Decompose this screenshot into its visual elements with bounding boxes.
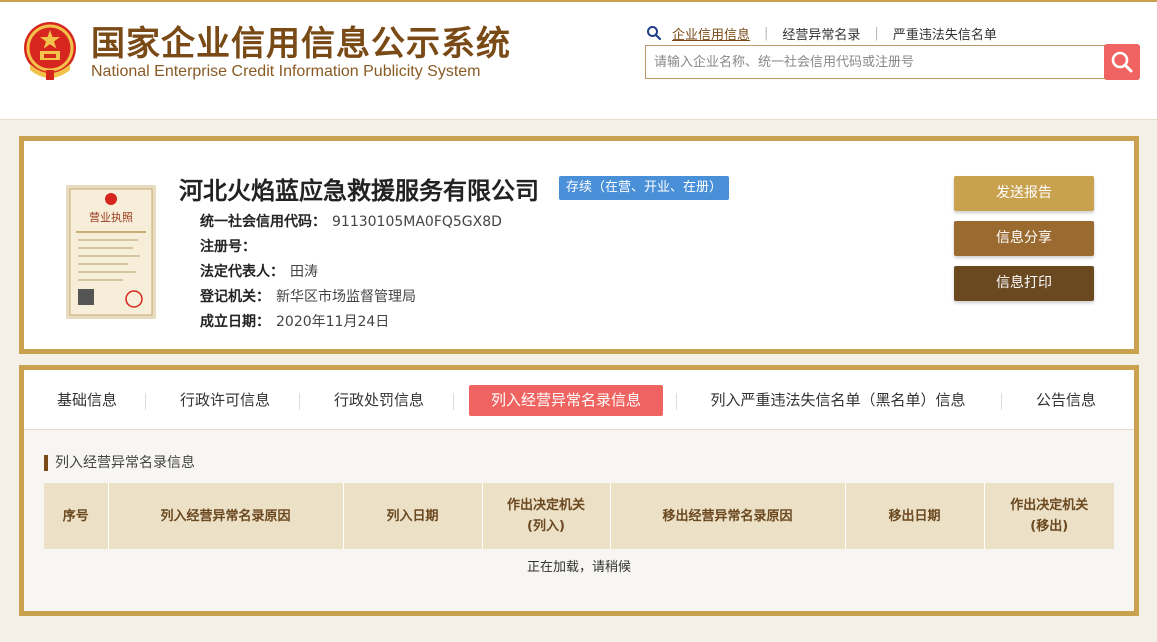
company-info-card: 营业执照 河北火焰蓝应急救援服务有限公司 存续（在营、开业、在册） 统一社会信用… [19,136,1139,354]
tab-announcements[interactable]: 公告信息 [1024,385,1108,416]
details-card: 基础信息 行政许可信息 行政处罚信息 列入经营异常名录信息 列入严重违法失信名单… [19,365,1139,616]
col-remove-date: 移出日期 [845,483,985,549]
site-title-en: National Enterprise Credit Information P… [91,63,481,80]
company-name: 河北火焰蓝应急救援服务有限公司 [179,177,539,205]
loading-text: 正在加载，请稍候 [526,560,631,575]
status-badge: 存续（在营、开业、在册） [559,176,730,200]
col-list-authority: 作出决定机关 (列入) [482,483,611,549]
field-value: 新华区市场监督管理局 [276,289,416,305]
field-reg-no: 注册号： [200,236,262,256]
field-value: 田涛 [290,264,318,280]
site-title-cn: 国家企业信用信息公示系统 [91,24,511,64]
tab-admin-license[interactable]: 行政许可信息 [164,385,286,416]
tab-separator [676,393,677,410]
tab-separator [299,393,300,410]
field-label: 成立日期： [200,314,270,330]
col-index: 序号 [44,483,109,549]
field-label: 注册号： [200,239,256,255]
field-legal-rep: 法定代表人： 田涛 [200,261,318,281]
license-label: 营业执照 [89,210,133,224]
abnormal-list-table: 序号 列入经营异常名录原因 列入日期 作出决定机关 (列入) 移出经营异常名录原因… [44,483,1114,549]
site-header: 国家企业信用信息公示系统 National Enterprise Credit … [0,2,1157,120]
field-value: 91130105MA0FQ5GX8D [332,214,502,230]
nav-abnormal-list[interactable]: 经营异常名录 [782,24,860,43]
print-info-button[interactable]: 信息打印 [954,266,1094,301]
business-license-image[interactable]: 营业执照 [66,185,156,319]
field-founded: 成立日期： 2020年11月24日 [200,311,389,331]
col-remove-reason: 移出经营异常名录原因 [610,483,846,549]
nav-separator: | [874,25,879,41]
section-title: 列入经营异常名录信息 [44,455,195,471]
tab-admin-penalty[interactable]: 行政处罚信息 [318,385,440,416]
tab-separator [453,393,454,410]
tab-basic-info[interactable]: 基础信息 [42,385,132,416]
tab-blacklist[interactable]: 列入严重违法失信名单（黑名单）信息 [692,385,984,416]
search-icon [647,26,662,41]
field-label: 法定代表人： [200,264,284,280]
share-info-button[interactable]: 信息分享 [954,221,1094,256]
nav-blacklist[interactable]: 严重违法失信名单 [893,24,997,43]
tab-separator [1001,393,1002,410]
nav-separator: | [764,25,769,41]
field-label: 统一社会信用代码： [200,214,326,230]
tab-separator [145,393,146,410]
field-credit-code: 统一社会信用代码： 91130105MA0FQ5GX8D [200,211,502,231]
search-button[interactable] [1104,44,1140,80]
col-list-date: 列入日期 [343,483,483,549]
search-icon [1111,51,1133,73]
top-nav: 企业信用信息 | 经营异常名录 | 严重违法失信名单 [646,22,997,44]
col-list-reason: 列入经营异常名录原因 [108,483,344,549]
field-value: 2020年11月24日 [276,314,390,330]
tab-bar: 基础信息 行政许可信息 行政处罚信息 列入经营异常名录信息 列入严重违法失信名单… [24,370,1134,430]
national-emblem-icon [24,22,76,80]
field-authority: 登记机关： 新华区市场监督管理局 [200,286,416,306]
send-report-button[interactable]: 发送报告 [954,176,1094,211]
nav-enterprise-credit[interactable]: 企业信用信息 [672,24,750,43]
search-input[interactable] [645,45,1105,79]
col-remove-authority: 作出决定机关 (移出) [984,483,1114,549]
field-label: 登记机关： [200,289,270,305]
tab-abnormal-list[interactable]: 列入经营异常名录信息 [469,385,663,416]
table-header-row: 序号 列入经营异常名录原因 列入日期 作出决定机关 (列入) 移出经营异常名录原因… [44,483,1114,549]
